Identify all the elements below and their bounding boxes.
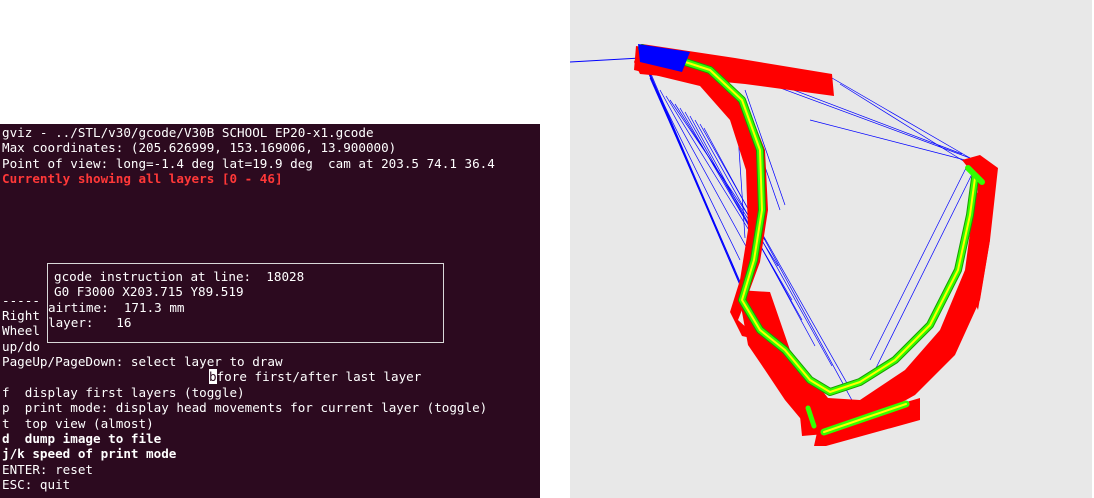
- terminal-window[interactable]: gviz - ../STL/v30/gcode/V30B SCHOOL EP20…: [0, 124, 540, 498]
- gcode-3d-viewport[interactable]: [570, 0, 1092, 498]
- max-coordinates-text: Max coordinates: (205.626999, 153.169006…: [2, 140, 397, 155]
- partial-line-4: up/do: [2, 339, 40, 354]
- layer-value: layer: 16: [48, 315, 132, 330]
- pageup-help: PageUp/PageDown: select layer to draw: [2, 354, 283, 369]
- toolpath-render: [570, 44, 998, 446]
- airtime-value: airtime: 171.3 mm: [48, 300, 185, 315]
- partial-line-3: Wheel: [2, 323, 40, 338]
- help-item-speed: j/k speed of print mode: [2, 446, 177, 461]
- help-item-dump: d dump image to file: [2, 431, 162, 446]
- gcode-file-title: gviz - ../STL/v30/gcode/V30B SCHOOL EP20…: [2, 125, 374, 140]
- text-cursor: b: [209, 369, 217, 384]
- gcode-instruction: G0 F3000 X203.715 Y89.519: [54, 284, 244, 299]
- help-item-quit: ESC: quit: [2, 477, 71, 492]
- help-item-f: f display first layers (toggle): [2, 385, 245, 400]
- before-help-line: bfore first/after last layer: [209, 369, 421, 384]
- help-item-t: t top view (almost): [2, 416, 154, 431]
- gcode-line-label: gcode instruction at line: 18028: [54, 269, 305, 284]
- before-help-text: fore first/after last layer: [216, 369, 422, 384]
- layers-status-text: Currently showing all layers [0 - 46]: [2, 171, 283, 186]
- help-item-p: p print mode: display head movements for…: [2, 400, 488, 415]
- partial-line-1: -----: [2, 293, 40, 308]
- point-of-view-text: Point of view: long=-1.4 deg lat=19.9 de…: [2, 156, 495, 171]
- partial-line-2: Right: [2, 308, 40, 323]
- travel-move: [570, 57, 641, 63]
- gcode-info-box: gcode instruction at line: 18028 G0 F300…: [47, 263, 444, 343]
- help-item-reset: ENTER: reset: [2, 462, 93, 477]
